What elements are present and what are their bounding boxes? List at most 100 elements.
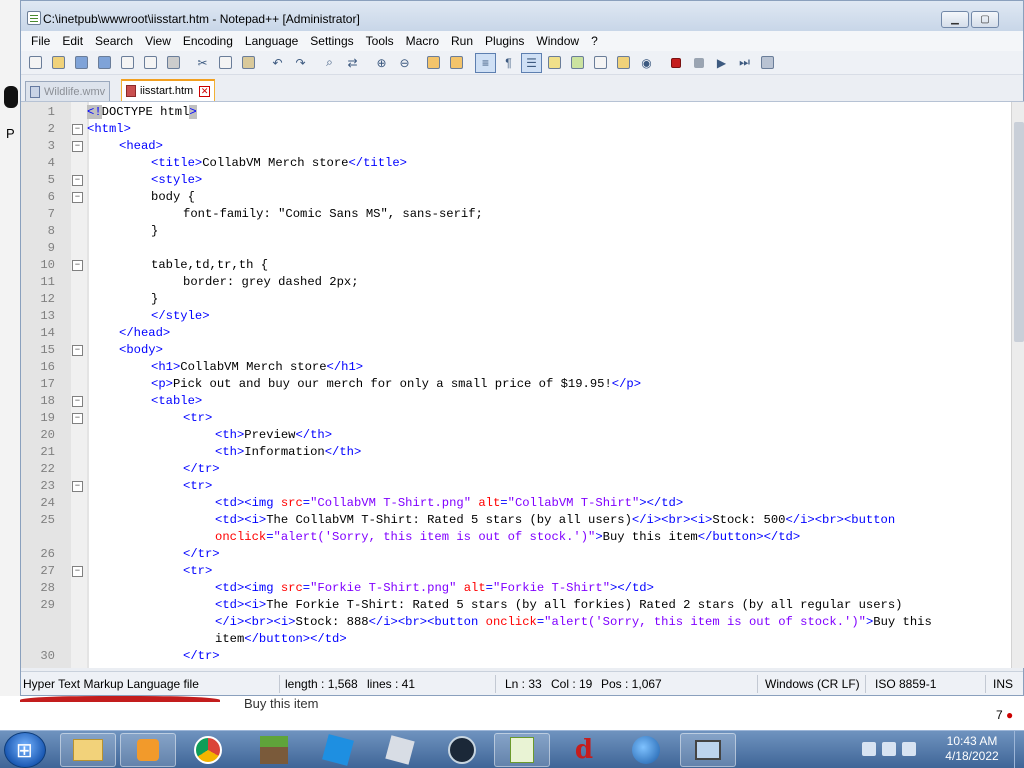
code-line[interactable]: 24 <td><img src="CollabVM T-Shirt.png" al… [21, 495, 1011, 512]
code-line[interactable]: 6 − body { [21, 189, 1011, 206]
menu-view[interactable]: View [139, 34, 177, 48]
code-line[interactable]: 9 [21, 240, 1011, 257]
code-editor[interactable]: 1 <!DOCTYPE html> 2− <html> 3− <head> 4 <title>… [21, 101, 1024, 668]
code-line[interactable]: 7 font-family: "Comic Sans MS", sans-seri… [21, 206, 1011, 223]
save-icon[interactable] [71, 53, 92, 73]
show-all-chars-icon[interactable]: ¶ [498, 53, 519, 73]
menu-search[interactable]: Search [89, 34, 139, 48]
record-macro-icon[interactable] [665, 53, 686, 73]
save-macro-icon[interactable] [757, 53, 778, 73]
print-icon[interactable] [163, 53, 184, 73]
code-line[interactable]: 1 <!DOCTYPE html> [21, 104, 1011, 121]
code-line[interactable]: 14 </head> [21, 325, 1011, 342]
replace-icon[interactable]: ⇄ [342, 53, 363, 73]
globe-app-taskbar-icon[interactable] [618, 733, 674, 767]
minecraft-taskbar-icon[interactable] [246, 733, 302, 767]
scrollbar-thumb[interactable] [1014, 122, 1024, 342]
open-file-icon[interactable] [48, 53, 69, 73]
code-line[interactable]: 4 <title>CollabVM Merch store</title> [21, 155, 1011, 172]
network-icon[interactable] [882, 742, 896, 756]
find-icon[interactable]: ⌕ [319, 53, 340, 73]
code-line[interactable]: 30 </tr> [21, 648, 1011, 665]
close-all-icon[interactable] [140, 53, 161, 73]
redo-icon[interactable]: ↷ [290, 53, 311, 73]
start-button[interactable] [4, 732, 46, 768]
close-tab-icon[interactable]: ✕ [199, 85, 211, 97]
fold-toggle-icon[interactable]: − [72, 413, 83, 424]
fold-toggle-icon[interactable]: − [72, 124, 83, 135]
title-bar[interactable]: C:\inetpub\wwwroot\iisstart.htm - Notepa… [21, 1, 1023, 31]
code-line[interactable]: item</button></td> [21, 631, 1011, 648]
app-d-taskbar-icon[interactable]: d [556, 733, 612, 767]
monitoring-icon[interactable]: ◉ [636, 53, 657, 73]
save-all-icon[interactable] [94, 53, 115, 73]
fold-toggle-icon[interactable]: − [72, 175, 83, 186]
fold-toggle-icon[interactable]: − [72, 192, 83, 203]
paste-icon[interactable] [238, 53, 259, 73]
taskbar-clock[interactable]: 10:43 AM 4/18/2022 [930, 734, 1014, 764]
code-line[interactable]: 13 </style> [21, 308, 1011, 325]
notepad-app-icon[interactable] [27, 11, 41, 25]
fold-toggle-icon[interactable]: − [72, 260, 83, 271]
code-line[interactable]: 2 − <html> [21, 121, 1011, 138]
menu-run[interactable]: Run [445, 34, 479, 48]
word-wrap-icon[interactable]: ≡ [475, 52, 496, 73]
sync-horizontal-icon[interactable] [446, 53, 467, 73]
menu-macro[interactable]: Macro [400, 34, 445, 48]
close-file-icon[interactable] [117, 53, 138, 73]
volume-icon[interactable] [902, 742, 916, 756]
menu-tools[interactable]: Tools [360, 34, 400, 48]
menu-plugins[interactable]: Plugins [479, 34, 530, 48]
menu-file[interactable]: File [25, 34, 56, 48]
udl-icon[interactable] [544, 53, 565, 73]
code-line[interactable]: 22 </tr> [21, 461, 1011, 478]
fold-toggle-icon[interactable]: − [72, 141, 83, 152]
remote-desktop-taskbar-icon[interactable] [680, 733, 736, 767]
code-line[interactable]: </i><br><i>Stock: 888</i><br><button onc… [21, 614, 1011, 631]
undo-icon[interactable]: ↶ [267, 53, 288, 73]
menu-settings[interactable]: Settings [304, 34, 359, 48]
code-line[interactable]: 15 − <body> [21, 342, 1011, 359]
code-line[interactable]: 11 border: grey dashed 2px; [21, 274, 1011, 291]
code-line[interactable]: 10 − table,td,tr,th { [21, 257, 1011, 274]
code-line[interactable]: 16 <h1>CollabVM Merch store</h1> [21, 359, 1011, 376]
tab-iisstart[interactable]: iisstart.htm ✕ [121, 79, 216, 101]
cut-icon[interactable]: ✂ [192, 53, 213, 73]
function-list-icon[interactable] [590, 53, 611, 73]
menu-edit[interactable]: Edit [56, 34, 89, 48]
code-line[interactable]: 12} [21, 291, 1011, 308]
zoom-out-icon[interactable]: ⊖ [394, 53, 415, 73]
fold-toggle-icon[interactable]: − [72, 396, 83, 407]
code-line[interactable]: 29 <td><i>The Forkie T-Shirt: Rated 5 sta… [21, 597, 1011, 614]
new-file-icon[interactable] [25, 53, 46, 73]
menu-help[interactable]: ? [585, 34, 604, 48]
code-line[interactable]: 8} [21, 223, 1011, 240]
stop-macro-icon[interactable] [688, 53, 709, 73]
run-macro-multiple-icon[interactable]: ⏭ [734, 53, 755, 73]
menu-encoding[interactable]: Encoding [177, 34, 239, 48]
roblox-studio-taskbar-icon[interactable] [310, 733, 366, 767]
code-line[interactable]: 28 <td><img src="Forkie T-Shirt.png" alt=… [21, 580, 1011, 597]
code-line[interactable]: 20 <th>Preview</th> [21, 427, 1011, 444]
code-line[interactable]: 3 − <head> [21, 138, 1011, 155]
notepad-plus-plus-taskbar-icon[interactable] [494, 733, 550, 767]
play-macro-icon[interactable]: ▶ [711, 53, 732, 73]
zoom-in-icon[interactable]: ⊕ [371, 53, 392, 73]
doc-map-icon[interactable] [567, 53, 588, 73]
copy-icon[interactable] [215, 53, 236, 73]
code-line[interactable]: 21 <th>Information</th> [21, 444, 1011, 461]
code-line[interactable]: 5 − <style> [21, 172, 1011, 189]
code-line[interactable]: 19 − <tr> [21, 410, 1011, 427]
maximize-button[interactable]: ▢ [971, 11, 999, 28]
code-line[interactable]: onclick="alert('Sorry, this item is out … [21, 529, 1011, 546]
fold-toggle-icon[interactable]: − [72, 566, 83, 577]
menu-language[interactable]: Language [239, 34, 304, 48]
media-player-taskbar-icon[interactable] [120, 733, 176, 767]
code-line[interactable]: 26 </tr> [21, 546, 1011, 563]
indent-guide-icon[interactable]: ☰ [521, 52, 542, 73]
system-tray[interactable] [862, 737, 922, 761]
code-line[interactable]: 27 − <tr> [21, 563, 1011, 580]
roblox-taskbar-icon[interactable] [372, 733, 428, 767]
steam-taskbar-icon[interactable] [434, 733, 490, 767]
code-line[interactable]: 25 <td><i>The CollabVM T-Shirt: Rated 5 s… [21, 512, 1011, 529]
